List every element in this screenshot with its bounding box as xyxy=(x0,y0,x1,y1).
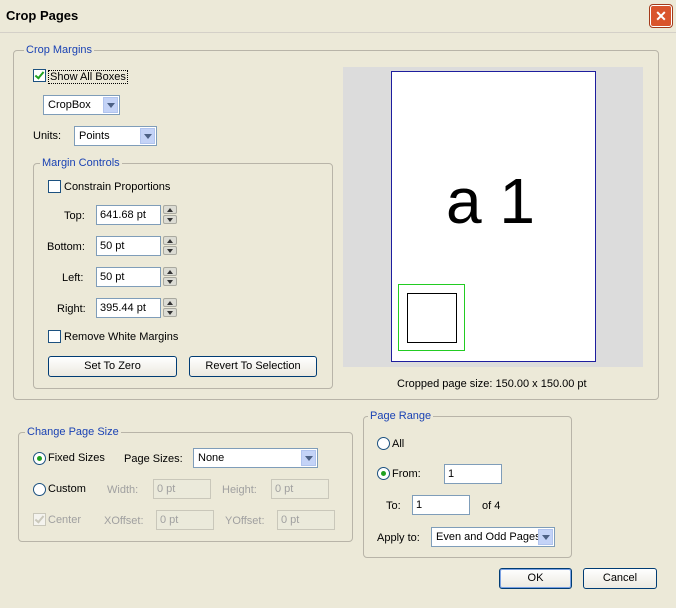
yoffset-field[interactable]: 0 pt xyxy=(277,510,335,530)
crop-region xyxy=(407,293,457,343)
top-stepper[interactable] xyxy=(163,205,177,225)
page-count: of 4 xyxy=(482,500,501,512)
right-field[interactable]: 395.44 pt xyxy=(96,298,161,318)
top-field[interactable]: 641.68 pt xyxy=(96,205,161,225)
all-pages-radio[interactable] xyxy=(377,437,390,450)
cancel-button[interactable]: Cancel xyxy=(583,568,657,589)
close-icon: ✕ xyxy=(655,8,667,24)
title-bar: Crop Pages ✕ xyxy=(0,0,676,33)
to-label: To: xyxy=(386,500,401,512)
constrain-proportions-label[interactable]: Constrain Proportions xyxy=(64,181,170,193)
cropped-page-size: Cropped page size: 150.00 x 150.00 pt xyxy=(397,378,587,390)
crop-margins-legend: Crop Margins xyxy=(24,44,95,56)
arrow-down-icon[interactable] xyxy=(163,215,177,224)
center-checkbox[interactable] xyxy=(33,513,46,526)
arrow-up-icon[interactable] xyxy=(163,298,177,307)
width-label: Width: xyxy=(107,484,139,496)
to-field[interactable]: 1 xyxy=(412,495,470,515)
units-select[interactable]: Points xyxy=(74,126,157,146)
change-page-size-legend: Change Page Size xyxy=(25,426,121,438)
center-label[interactable]: Center xyxy=(48,514,81,526)
fixed-sizes-radio[interactable] xyxy=(33,452,46,465)
window-title: Crop Pages xyxy=(6,8,79,23)
left-label: Left: xyxy=(62,272,84,284)
revert-to-selection-button[interactable]: Revert To Selection xyxy=(189,356,317,377)
yoffset-label: YOffset: xyxy=(225,515,265,527)
page-content-text: a 1 xyxy=(446,165,535,237)
show-all-boxes-checkbox[interactable] xyxy=(33,69,46,82)
apply-to-select[interactable]: Even and Odd Pages xyxy=(431,527,555,547)
custom-label[interactable]: Custom xyxy=(48,483,86,495)
bottom-field[interactable]: 50 pt xyxy=(96,236,161,256)
margin-controls-legend: Margin Controls xyxy=(40,157,122,169)
page-preview: a 1 xyxy=(343,67,643,367)
right-label: Right: xyxy=(57,303,86,315)
chevron-down-icon xyxy=(140,128,155,144)
units-label: Units: xyxy=(33,130,62,142)
set-to-zero-button[interactable]: Set To Zero xyxy=(48,356,177,377)
show-all-boxes-label[interactable]: Show All Boxes xyxy=(48,70,128,84)
arrow-up-icon[interactable] xyxy=(163,267,177,276)
ok-button[interactable]: OK xyxy=(499,568,572,589)
close-button[interactable]: ✕ xyxy=(650,5,672,27)
left-field[interactable]: 50 pt xyxy=(96,267,161,287)
from-field[interactable]: 1 xyxy=(444,464,502,484)
arrow-down-icon[interactable] xyxy=(163,277,177,286)
box-type-select[interactable]: CropBox xyxy=(43,95,120,115)
apply-to-label: Apply to: xyxy=(377,532,420,544)
page-thumbnail: a 1 xyxy=(391,71,596,362)
chevron-down-icon xyxy=(301,450,316,466)
remove-white-margins-checkbox[interactable] xyxy=(48,330,61,343)
height-label: Height: xyxy=(222,484,257,496)
constrain-proportions-checkbox[interactable] xyxy=(48,180,61,193)
page-sizes-label: Page Sizes: xyxy=(124,453,183,465)
fixed-sizes-label[interactable]: Fixed Sizes xyxy=(48,452,105,464)
all-pages-label[interactable]: All xyxy=(392,438,404,450)
arrow-down-icon[interactable] xyxy=(163,308,177,317)
custom-radio[interactable] xyxy=(33,483,46,496)
left-stepper[interactable] xyxy=(163,267,177,287)
width-field[interactable]: 0 pt xyxy=(153,479,211,499)
xoffset-field[interactable]: 0 pt xyxy=(156,510,214,530)
from-label[interactable]: From: xyxy=(392,468,421,480)
page-range-legend: Page Range xyxy=(368,410,434,422)
bottom-label: Bottom: xyxy=(47,241,85,253)
top-label: Top: xyxy=(64,210,85,222)
page-sizes-select[interactable]: None xyxy=(193,448,318,468)
from-radio[interactable] xyxy=(377,467,390,480)
height-field[interactable]: 0 pt xyxy=(271,479,329,499)
right-stepper[interactable] xyxy=(163,298,177,318)
arrow-down-icon[interactable] xyxy=(163,246,177,255)
xoffset-label: XOffset: xyxy=(104,515,144,527)
bottom-stepper[interactable] xyxy=(163,236,177,256)
arrow-up-icon[interactable] xyxy=(163,236,177,245)
remove-white-margins-label[interactable]: Remove White Margins xyxy=(64,331,178,343)
chevron-down-icon xyxy=(538,529,553,545)
chevron-down-icon xyxy=(103,97,118,113)
arrow-up-icon[interactable] xyxy=(163,205,177,214)
